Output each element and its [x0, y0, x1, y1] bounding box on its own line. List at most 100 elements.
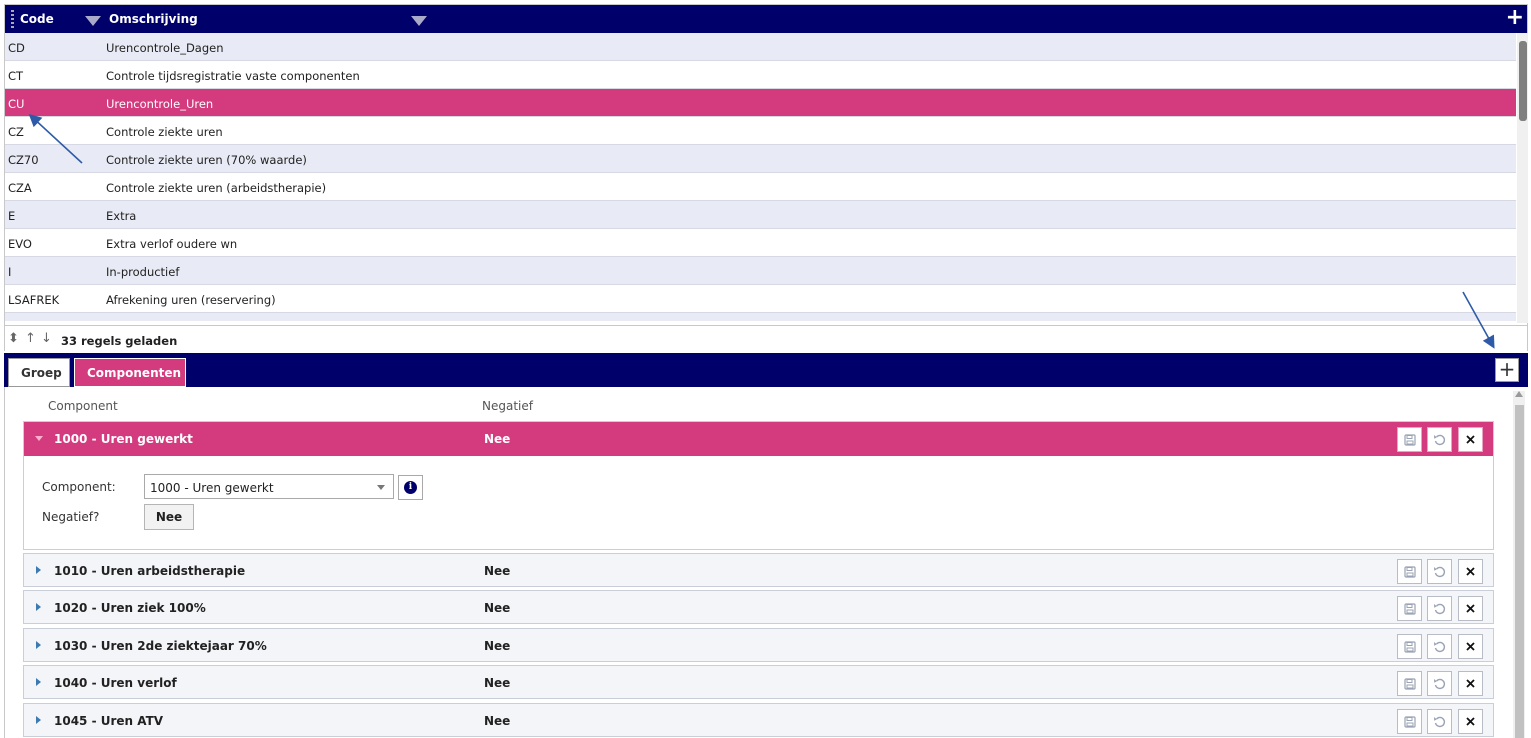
save-button[interactable] [1397, 709, 1422, 734]
info-icon: i [404, 481, 417, 494]
components-scrollbar-thumb[interactable] [1515, 405, 1524, 738]
delete-button[interactable] [1458, 671, 1483, 696]
save-button[interactable] [1397, 559, 1422, 584]
component-card-header[interactable]: 1045 - Uren ATV Nee [24, 704, 1493, 738]
component-name: 1030 - Uren 2de ziektejaar 70% [54, 639, 267, 653]
component-select-value: 1000 - Uren gewerkt [150, 481, 274, 495]
component-select[interactable]: 1000 - Uren gewerkt [144, 474, 394, 499]
component-card-header[interactable]: 1040 - Uren verlof Nee [24, 666, 1493, 700]
table-row[interactable]: E Extra [5, 201, 1516, 229]
row-description: Urencontrole_Uren [106, 97, 214, 111]
add-component-button[interactable]: + [1495, 358, 1519, 382]
code-grid: Code Omschrijving + CD Urencontrole_Dagen… [4, 4, 1528, 351]
tab-componenten[interactable]: Componenten [74, 358, 186, 387]
grid-scrollbar-thumb[interactable] [1519, 41, 1527, 121]
chevron-down-icon[interactable] [35, 436, 43, 441]
undo-icon [1433, 601, 1446, 615]
negative-toggle-button[interactable]: Nee [144, 504, 194, 530]
row-code: CZA [8, 181, 32, 195]
component-card-header[interactable]: 1030 - Uren 2de ziektejaar 70% Nee [24, 629, 1493, 663]
undo-button[interactable] [1427, 634, 1452, 659]
tab-groep[interactable]: Groep [8, 358, 70, 387]
component-negative-value: Nee [484, 676, 511, 690]
row-code: I [8, 265, 12, 279]
component-card-header[interactable]: 1010 - Uren arbeidstherapie Nee [24, 554, 1493, 588]
grid-add-plus-icon[interactable]: + [1506, 7, 1524, 29]
component-card-header[interactable]: 1020 - Uren ziek 100% Nee [24, 591, 1493, 625]
column-header-description[interactable]: Omschrijving [109, 12, 198, 26]
table-row[interactable]: CZ70 Controle ziekte uren (70% waarde) [5, 145, 1516, 173]
column-header-negatief: Negatief [482, 399, 533, 413]
arrow-down-icon[interactable]: ↓ [41, 331, 52, 346]
component-negative-value: Nee [484, 564, 511, 578]
save-button[interactable] [1397, 671, 1422, 696]
chevron-right-icon[interactable] [36, 641, 41, 649]
column-header-code[interactable]: Code [20, 12, 54, 26]
component-name: 1040 - Uren verlof [54, 676, 177, 690]
table-row[interactable]: CZ Controle ziekte uren [5, 117, 1516, 145]
row-description: Extra [106, 209, 137, 223]
detail-tab-bar: Groep Componenten + [4, 353, 1528, 387]
component-name: 1045 - Uren ATV [54, 714, 164, 728]
components-scrollbar[interactable] [1513, 391, 1525, 738]
row-code: CD [8, 41, 25, 55]
close-icon [1465, 601, 1476, 615]
close-icon [1465, 432, 1476, 446]
chevron-right-icon[interactable] [36, 603, 41, 611]
table-row[interactable]: CU Urencontrole_Uren [5, 89, 1516, 117]
code-filter-dropdown-icon[interactable] [85, 16, 101, 26]
row-description: In-productief [106, 265, 180, 279]
save-icon [1403, 432, 1416, 446]
delete-button[interactable] [1458, 596, 1483, 621]
chevron-right-icon[interactable] [36, 566, 41, 574]
chevron-down-icon [377, 485, 385, 490]
grid-scrollbar[interactable] [1517, 33, 1528, 323]
description-filter-dropdown-icon[interactable] [411, 16, 427, 26]
save-button[interactable] [1397, 634, 1422, 659]
undo-button[interactable] [1427, 671, 1452, 696]
undo-icon [1433, 432, 1446, 446]
component-card-header[interactable]: 1000 - Uren gewerkt Nee [24, 422, 1493, 456]
info-button[interactable]: i [398, 475, 423, 500]
chevron-right-icon[interactable] [36, 716, 41, 724]
save-button[interactable] [1397, 596, 1422, 621]
delete-button[interactable] [1458, 634, 1483, 659]
table-row[interactable]: I In-productief [5, 257, 1516, 285]
delete-button[interactable] [1458, 427, 1483, 452]
plus-icon: + [1498, 357, 1516, 381]
table-row[interactable]: LSAFREK Afrekening uren (reservering) [5, 285, 1516, 313]
undo-button[interactable] [1427, 596, 1452, 621]
row-code: E [8, 209, 16, 223]
components-panel: Component Negatief 1000 - Uren gewerkt Ne… [4, 387, 1528, 738]
table-row[interactable]: EVO Extra verlof oudere wn [5, 229, 1516, 257]
save-button[interactable] [1397, 427, 1422, 452]
row-description: Controle ziekte uren (arbeidstherapie) [106, 181, 327, 195]
column-chooser-handle[interactable] [11, 10, 14, 28]
row-description: Controle tijdsregistratie vaste componen… [106, 69, 360, 83]
sort-both-icon[interactable]: ⬍ [8, 331, 19, 346]
delete-button[interactable] [1458, 559, 1483, 584]
component-name: 1000 - Uren gewerkt [54, 432, 193, 446]
component-edit-form: Component: 1000 - Uren gewerkt i Negatief? N… [24, 456, 1493, 549]
page: Code Omschrijving + CD Urencontrole_Dagen… [0, 0, 1531, 738]
scroll-up-icon[interactable] [1515, 391, 1523, 397]
table-row[interactable]: CT Controle tijdsregistratie vaste compon… [5, 61, 1516, 89]
component-card: 1045 - Uren ATV Nee [23, 703, 1494, 737]
chevron-right-icon[interactable] [36, 678, 41, 686]
component-negative-value: Nee [484, 714, 511, 728]
table-row-partial[interactable] [5, 313, 1516, 321]
undo-button[interactable] [1427, 709, 1452, 734]
components-column-headers: Component Negatief [5, 397, 1528, 417]
save-icon [1403, 601, 1416, 615]
table-row[interactable]: CZA Controle ziekte uren (arbeidstherapie… [5, 173, 1516, 201]
undo-button[interactable] [1427, 559, 1452, 584]
undo-button[interactable] [1427, 427, 1452, 452]
table-row[interactable]: CD Urencontrole_Dagen [5, 33, 1516, 61]
close-icon [1465, 714, 1476, 728]
row-description: Urencontrole_Dagen [106, 41, 224, 55]
arrow-up-icon[interactable]: ↑ [25, 331, 36, 346]
component-card: 1030 - Uren 2de ziektejaar 70% Nee [23, 628, 1494, 662]
delete-button[interactable] [1458, 709, 1483, 734]
component-negative-value: Nee [484, 601, 511, 615]
row-code: CZ [8, 125, 24, 139]
